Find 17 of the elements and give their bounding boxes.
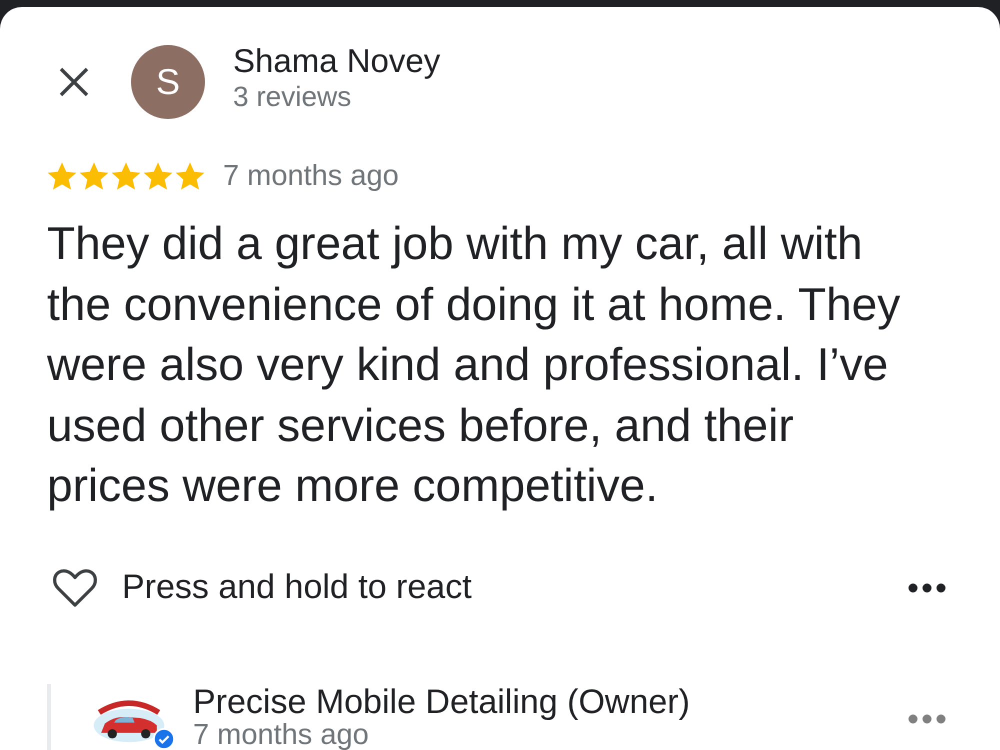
star-icon — [175, 162, 205, 190]
star-icon — [111, 162, 141, 190]
avatar[interactable]: S — [131, 45, 205, 119]
star-icon — [47, 162, 77, 190]
react-button[interactable]: Press and hold to react — [48, 566, 476, 610]
review-count: 3 reviews — [233, 80, 352, 114]
more-icon — [908, 582, 946, 592]
heart-icon — [52, 568, 98, 608]
review-time: 7 months ago — [223, 161, 399, 191]
close-icon — [58, 66, 90, 98]
more-icon — [908, 714, 946, 724]
star-icon — [143, 162, 173, 190]
review-text: They did a great job with my car, all with the convenience of doing it at home. They were also very kind and professional. I’ve used other services before, and their prices were more competitive. — [47, 216, 902, 513]
owner-name[interactable]: Precise Mobile Detailing (Owner) — [193, 684, 904, 720]
star-icon — [79, 162, 109, 190]
reply-time: 7 months ago — [193, 720, 370, 750]
reviewer-name[interactable]: Shama Novey — [233, 42, 440, 80]
